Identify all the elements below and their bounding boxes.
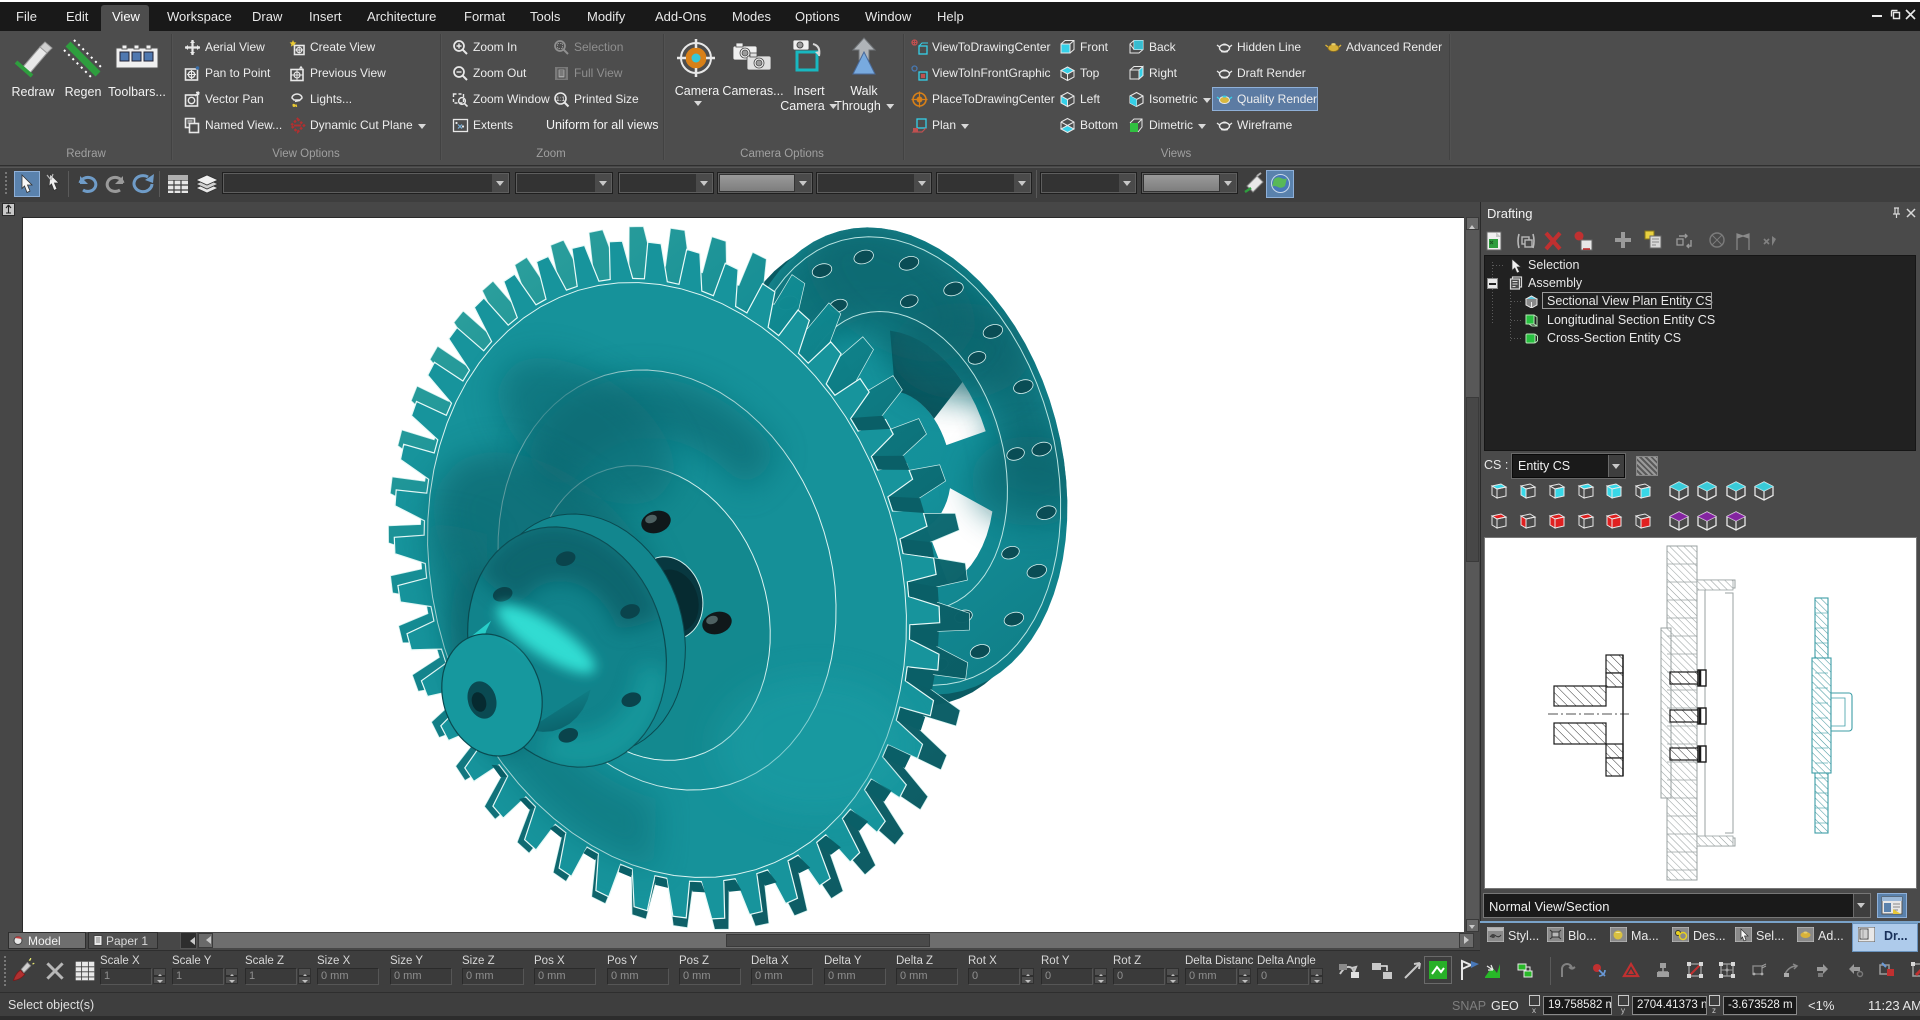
svg-text:1:1: 1:1: [556, 96, 565, 103]
